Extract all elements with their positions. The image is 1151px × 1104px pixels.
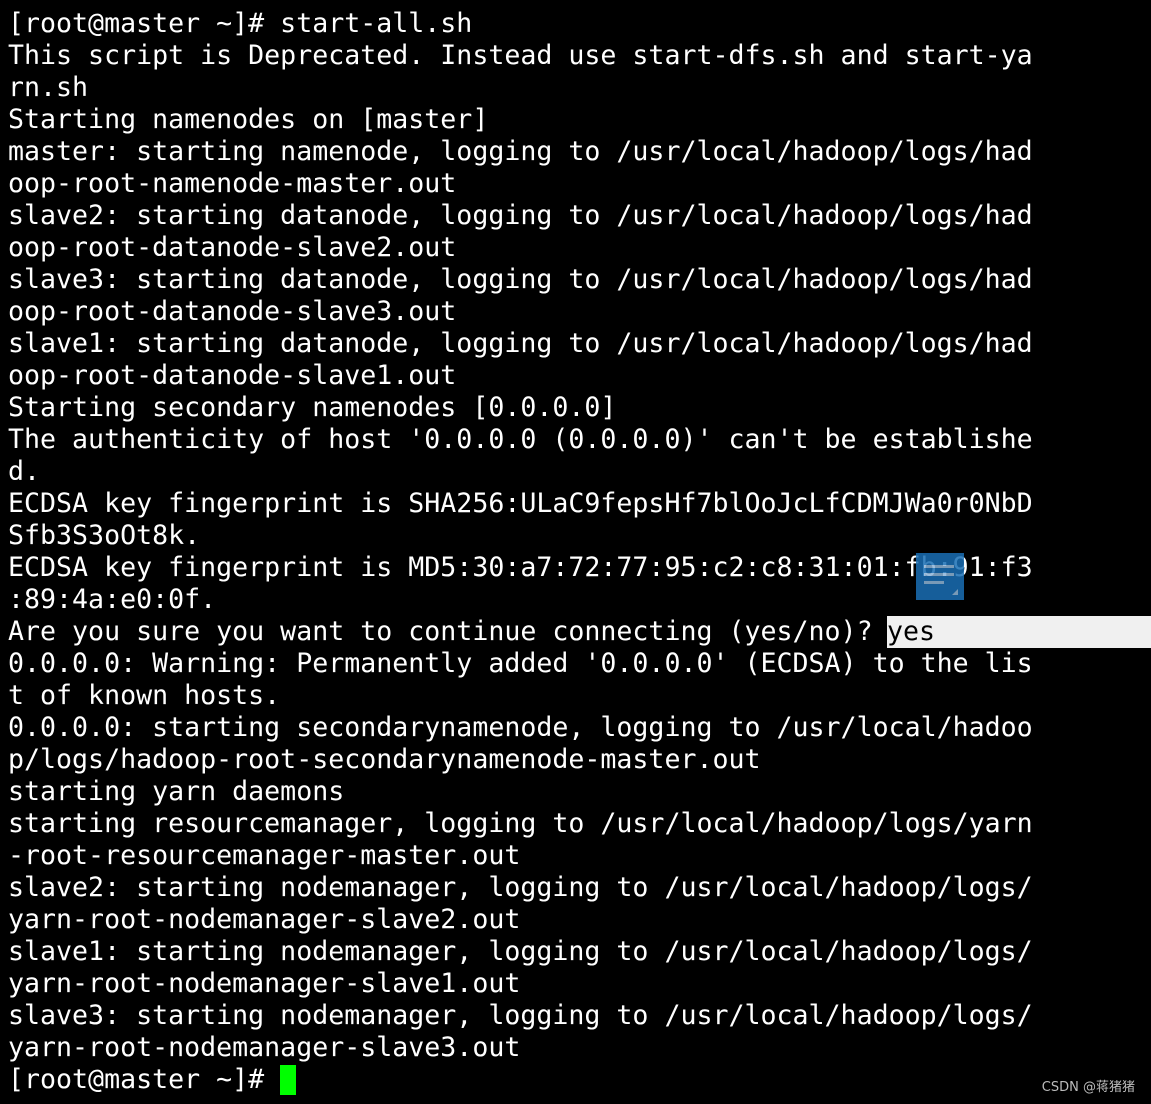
terminal-line: slave2: starting datanode, logging to /u… [8,200,1033,231]
terminal-line: yarn-root-nodemanager-slave2.out [8,904,521,935]
document-icon[interactable] [916,553,964,600]
terminal-line: starting yarn daemons [8,776,345,807]
watermark: CSDN @蒋猪猪 [1041,1080,1135,1095]
terminal-line: slave3: starting nodemanager, logging to… [8,1000,1033,1031]
terminal-line: starting resourcemanager, logging to /us… [8,808,1033,839]
terminal-cursor[interactable] [280,1065,297,1095]
confirm-line: Are you sure you want to continue connec… [8,616,1151,648]
document-icon-line [924,581,944,584]
prompt-line: [root@master ~]# [8,1064,1151,1096]
terminal-line: t of known hosts. [8,680,281,711]
terminal-line: Starting namenodes on [master] [8,104,489,135]
terminal-line: yarn-root-nodemanager-slave3.out [8,1032,521,1063]
terminal-line: master: starting namenode, logging to /u… [8,136,1033,167]
terminal-line: Sfb3S3oOt8k. [8,520,201,551]
terminal-line: ECDSA key fingerprint is MD5:30:a7:72:77… [8,552,1033,583]
terminal-output[interactable]: [root@master ~]# start-all.sh This script… [8,8,1151,1096]
terminal-line: oop-root-namenode-master.out [8,168,457,199]
terminal-line: This script is Deprecated. Instead use s… [8,40,1033,71]
terminal-line: -root-resourcemanager-master.out [8,840,521,871]
terminal-line: oop-root-datanode-slave2.out [8,232,457,263]
document-icon-line [924,573,954,576]
terminal-line: d. [8,456,41,487]
terminal-line: :89:4a:e0:0f. [8,584,217,615]
terminal-line: oop-root-datanode-slave1.out [8,360,457,391]
terminal-line: slave3: starting datanode, logging to /u… [8,264,1033,295]
confirm-answer-selection[interactable]: yes [887,616,1151,648]
document-icon-line [924,565,954,568]
terminal-line: p/logs/hadoop-root-secondarynamenode-mas… [8,744,761,775]
shell-prompt: [root@master ~]# [8,1064,281,1095]
terminal-line: oop-root-datanode-slave3.out [8,296,457,327]
terminal-line: slave1: starting nodemanager, logging to… [8,936,1033,967]
terminal-line: ECDSA key fingerprint is SHA256:ULaC9fep… [8,488,1033,519]
terminal-line: Starting secondary namenodes [0.0.0.0] [8,392,617,423]
terminal-line: [root@master ~]# start-all.sh [8,8,473,39]
terminal-line: rn.sh [8,72,89,103]
terminal-line: The authenticity of host '0.0.0.0 (0.0.0… [8,424,1033,455]
terminal-line: slave1: starting datanode, logging to /u… [8,328,1033,359]
terminal-line: yarn-root-nodemanager-slave1.out [8,968,521,999]
terminal-line: slave2: starting nodemanager, logging to… [8,872,1033,903]
confirm-prompt: Are you sure you want to continue connec… [8,616,889,647]
terminal-line: 0.0.0.0: Warning: Permanently added '0.0… [8,648,1033,679]
terminal-line: 0.0.0.0: starting secondarynamenode, log… [8,712,1033,743]
